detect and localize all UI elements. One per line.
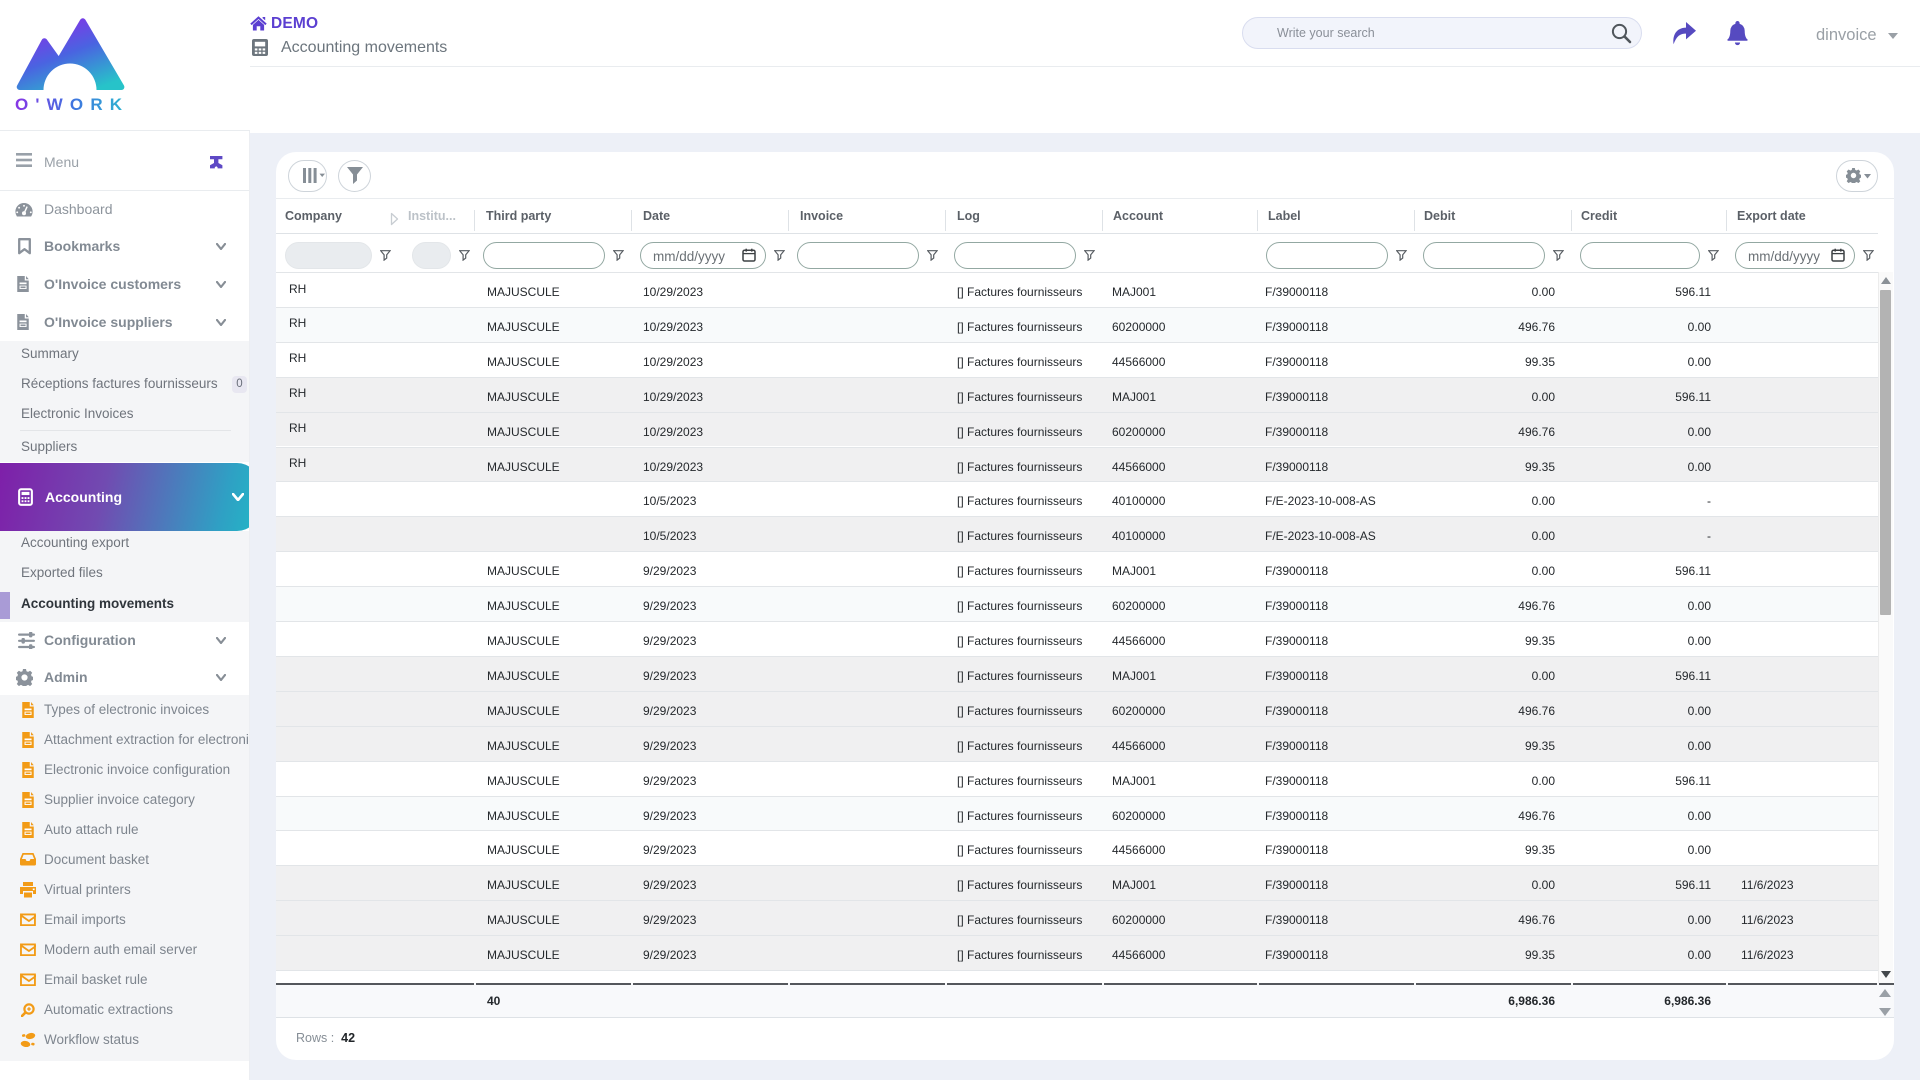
svg-text:O'WORK: O'WORK — [15, 95, 129, 114]
